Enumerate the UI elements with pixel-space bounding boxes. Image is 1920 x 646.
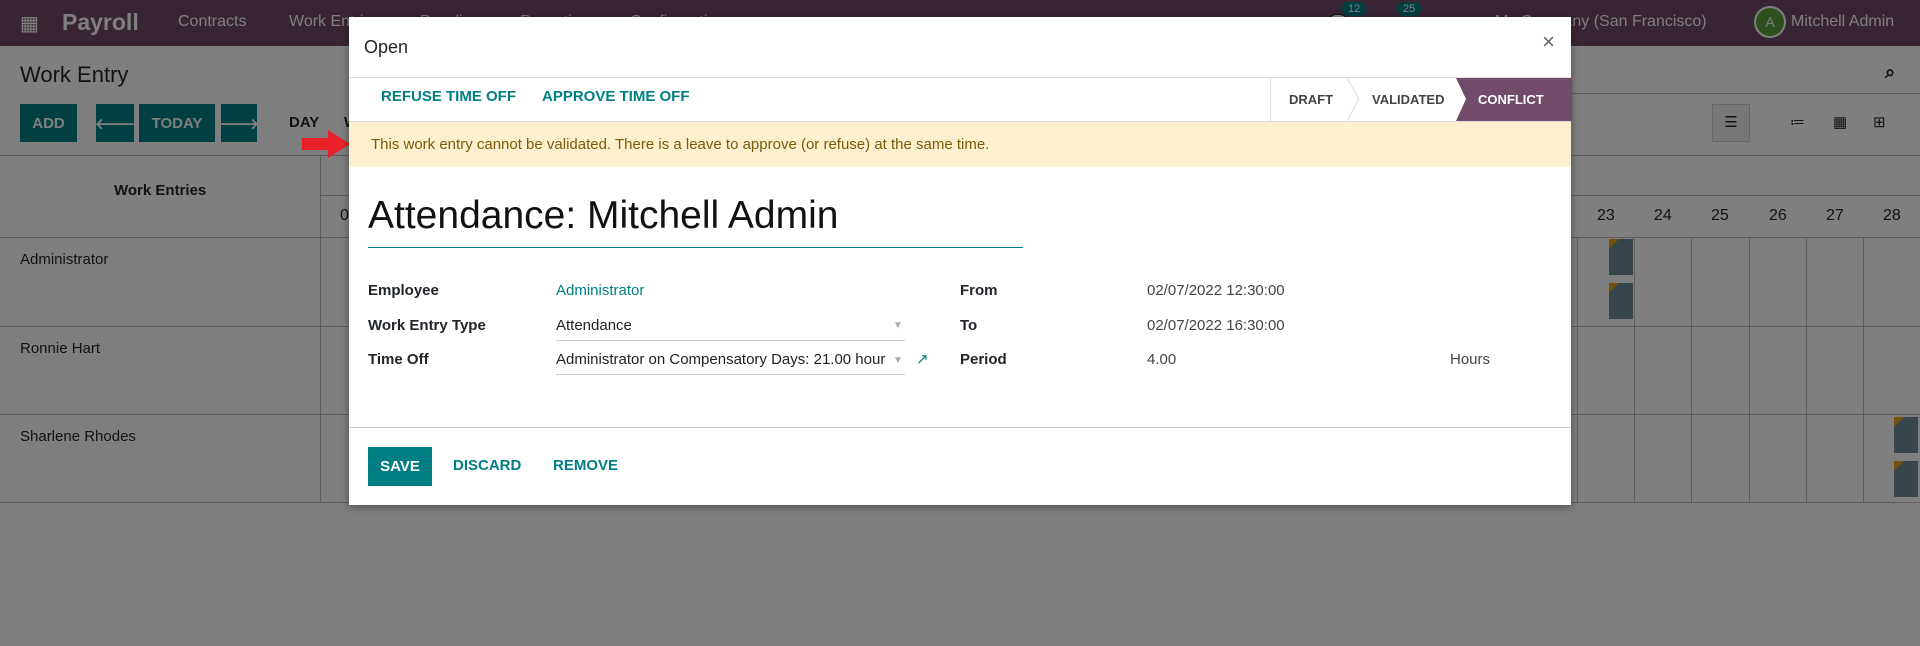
status-validated[interactable]: VALIDATED xyxy=(1372,92,1444,107)
chevron-down-icon[interactable]: ▼ xyxy=(893,320,903,331)
remove-button[interactable]: REMOVE xyxy=(553,457,618,474)
annotation-arrow-icon xyxy=(302,130,350,158)
period-label: Period xyxy=(960,351,1007,368)
work-entry-dialog: Open × REFUSE TIME OFF APPROVE TIME OFF … xyxy=(349,17,1572,505)
to-value[interactable]: 02/07/2022 16:30:00 xyxy=(1147,317,1285,334)
period-value[interactable]: 4.00 xyxy=(1147,351,1176,368)
time-off-select[interactable]: Administrator on Compensatory Days: 21.0… xyxy=(556,351,886,368)
refuse-time-off-button[interactable]: REFUSE TIME OFF xyxy=(381,88,516,105)
work-entry-type-select[interactable]: Attendance xyxy=(556,317,632,334)
from-value[interactable]: 02/07/2022 12:30:00 xyxy=(1147,282,1285,299)
dialog-title: Open xyxy=(364,37,409,57)
status-conflict[interactable]: CONFLICT xyxy=(1478,92,1544,107)
employee-label: Employee xyxy=(368,282,439,299)
name-input[interactable]: Attendance: Mitchell Admin xyxy=(368,194,1023,248)
discard-button[interactable]: DISCARD xyxy=(453,457,521,474)
period-unit: Hours xyxy=(1450,351,1491,368)
work-entry-type-label: Work Entry Type xyxy=(368,317,486,334)
external-link-icon[interactable]: ↗ xyxy=(916,350,929,368)
close-icon[interactable]: × xyxy=(1542,29,1555,55)
employee-link[interactable]: Administrator xyxy=(556,282,644,299)
from-label: From xyxy=(960,282,998,299)
time-off-label: Time Off xyxy=(368,351,429,368)
status-draft[interactable]: DRAFT xyxy=(1289,92,1333,107)
chevron-down-icon[interactable]: ▼ xyxy=(893,355,903,366)
statusbar: DRAFT VALIDATED CONFLICT xyxy=(1270,78,1572,121)
conflict-alert: This work entry cannot be validated. The… xyxy=(349,121,1571,167)
save-button[interactable]: SAVE xyxy=(368,447,432,486)
to-label: To xyxy=(960,317,978,334)
approve-time-off-button[interactable]: APPROVE TIME OFF xyxy=(542,88,690,105)
alert-text: This work entry cannot be validated. The… xyxy=(371,136,990,153)
